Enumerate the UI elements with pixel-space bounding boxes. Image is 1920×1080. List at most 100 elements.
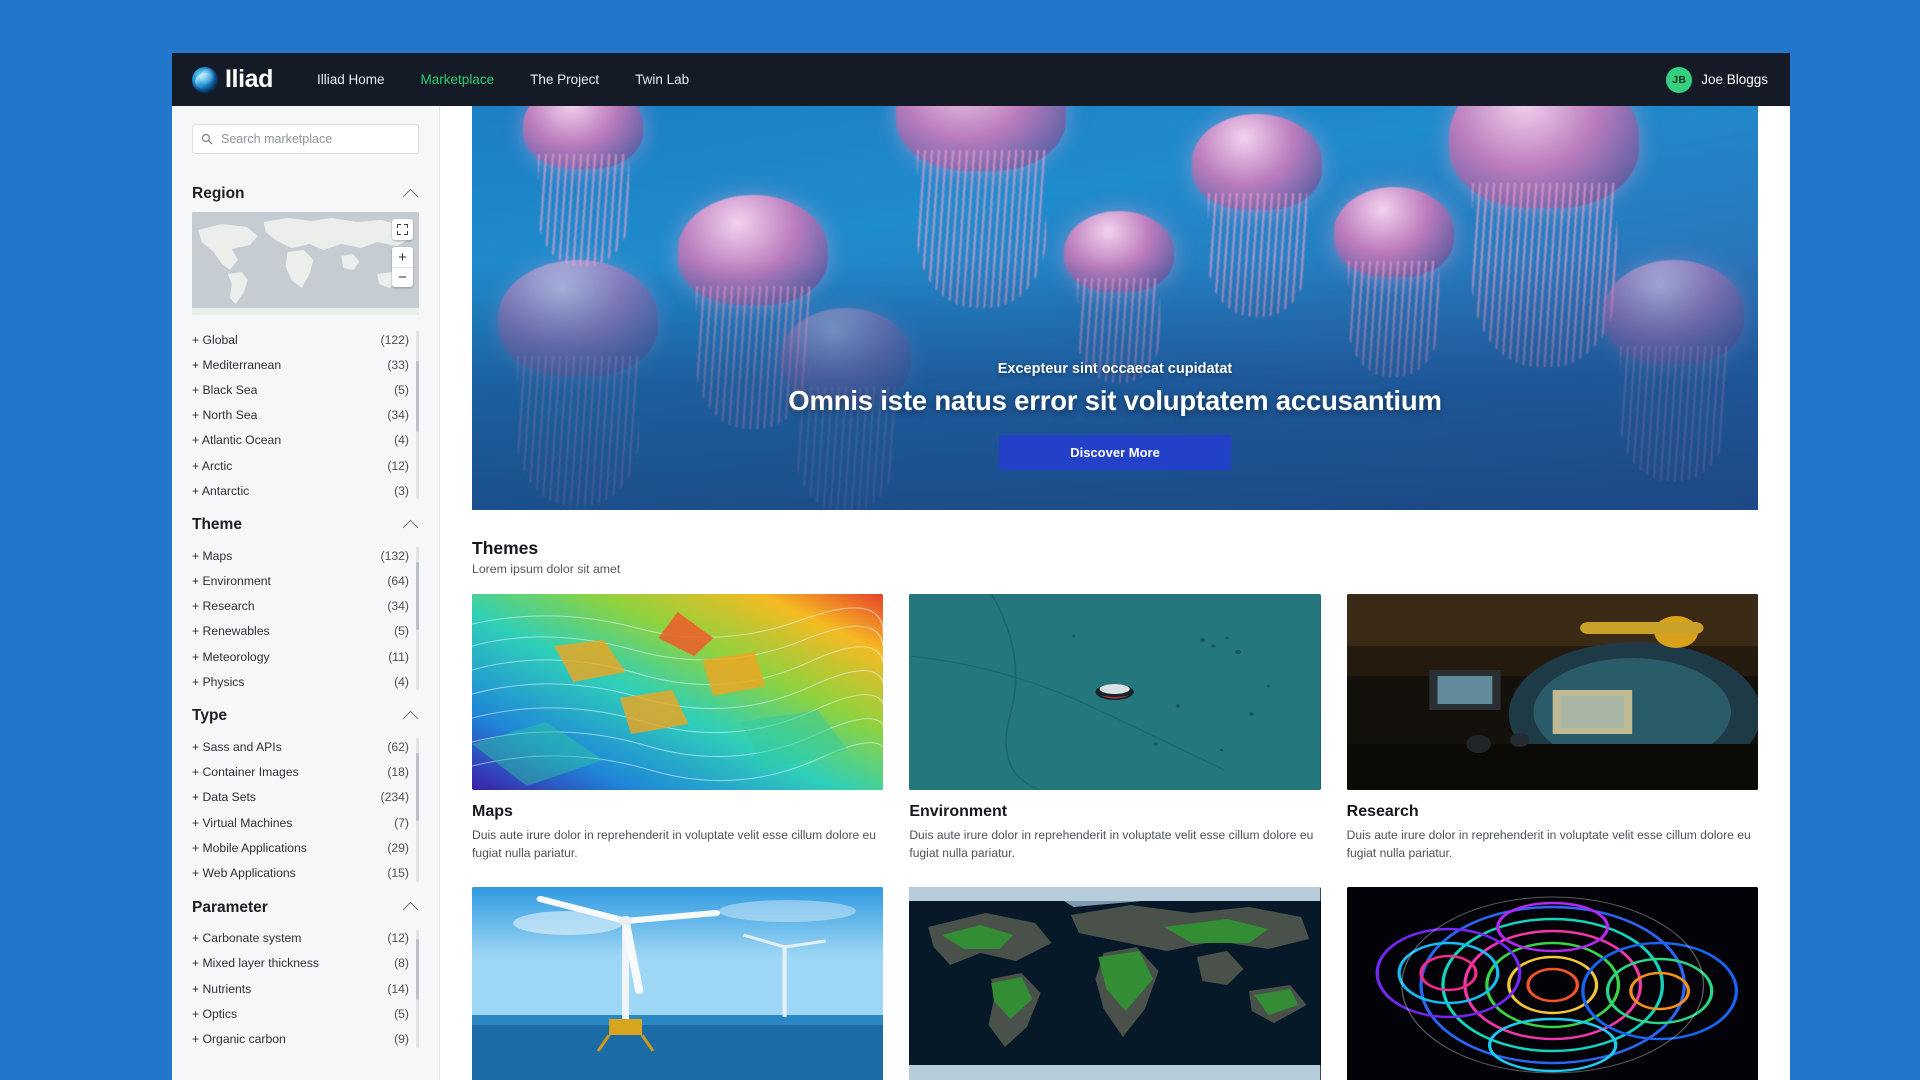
- facet-theme-header[interactable]: Theme: [192, 507, 419, 543]
- facet-item-count: (33): [387, 357, 409, 372]
- chevron-up-icon[interactable]: [402, 901, 419, 918]
- hero-banner: Excepteur sint occaecat cupidatat Omnis …: [472, 106, 1758, 510]
- theme-card-desc: Duis aute irure dolor in reprehenderit i…: [909, 828, 1314, 861]
- hero-kicker: Excepteur sint occaecat cupidatat: [997, 361, 1233, 377]
- themes-section: Themes Lorem ipsum dolor sit amet Maps D…: [440, 510, 1790, 1080]
- nav-link-marketplace[interactable]: Marketplace: [403, 53, 513, 106]
- theme-card-title: Maps: [472, 803, 513, 820]
- theme-card-physics[interactable]: Physics Duis aute irure dolor in reprehe…: [1346, 886, 1758, 1080]
- facet-item-arctic[interactable]: + Arctic (12): [192, 453, 409, 478]
- ocean-boat-graphic: [909, 594, 1321, 790]
- facet-item-data-sets[interactable]: + Data Sets (234): [192, 785, 409, 810]
- facet-item-north-sea[interactable]: + North Sea (34): [192, 403, 409, 428]
- facet-item-atlantic-ocean[interactable]: + Atlantic Ocean (4): [192, 428, 409, 453]
- facet-item-count: (12): [387, 931, 409, 946]
- search-input[interactable]: [192, 124, 419, 154]
- facet-item-virtual-machines[interactable]: + Virtual Machines (7): [192, 810, 409, 835]
- user-menu[interactable]: JB Joe Bloggs: [1666, 66, 1768, 93]
- facet-item-maps[interactable]: + Maps (132): [192, 543, 409, 568]
- facet-item-count: (14): [387, 981, 409, 996]
- facet-item-count: (64): [387, 574, 409, 589]
- map-zoom-out-button[interactable]: −: [392, 267, 413, 287]
- facet-item-label: + North Sea: [192, 408, 258, 423]
- facet-item-web-applications[interactable]: + Web Applications (15): [192, 860, 409, 885]
- brand-logo[interactable]: Iliad: [192, 66, 273, 93]
- facet-item-label: + Antarctic: [192, 483, 250, 498]
- facet-region-title: Region: [192, 185, 245, 202]
- facet-item-mixed-layer-thickness[interactable]: + Mixed layer thickness (8): [192, 951, 409, 976]
- facet-item-label: + Web Applications: [192, 865, 296, 880]
- facet-item-label: + Atlantic Ocean: [192, 433, 282, 448]
- facet-item-count: (5): [394, 624, 409, 639]
- facet-item-mediterranean[interactable]: + Mediterranean (33): [192, 352, 409, 377]
- facet-item-sass-and-apis[interactable]: + Sass and APIs (62): [192, 734, 409, 759]
- theme-card-renewables[interactable]: Renewables Duis aute irure dolor in repr…: [472, 886, 884, 1080]
- facet-item-meteorology[interactable]: + Meteorology (11): [192, 644, 409, 669]
- facet-item-count: (3): [394, 483, 409, 498]
- facet-item-label: + Virtual Machines: [192, 815, 293, 830]
- facet-type: Type + Sass and APIs (62) + Container Im…: [192, 698, 419, 885]
- theme-card-maps[interactable]: Maps Duis aute irure dolor in reprehende…: [472, 594, 884, 863]
- facet-theme-scrollbar[interactable]: [416, 547, 419, 691]
- section-title: Themes: [472, 538, 539, 558]
- facet-item-organic-carbon[interactable]: + Organic carbon (9): [192, 1026, 409, 1051]
- facet-item-physics[interactable]: + Physics (4): [192, 669, 409, 694]
- map-zoom-in-button[interactable]: +: [392, 247, 413, 267]
- facet-item-label: + Carbonate system: [192, 931, 302, 946]
- facet-item-mobile-applications[interactable]: + Mobile Applications (29): [192, 835, 409, 860]
- hero-title: Omnis iste natus error sit voluptatem ac…: [788, 385, 1442, 416]
- theme-card-research[interactable]: Research Duis aute irure dolor in repreh…: [1346, 594, 1758, 863]
- chevron-up-icon[interactable]: [402, 188, 419, 204]
- nav-link-twin-lab[interactable]: Twin Lab: [617, 53, 707, 106]
- facet-type-scrollbar[interactable]: [416, 738, 419, 882]
- facet-item-nutrients[interactable]: + Nutrients (14): [192, 976, 409, 1001]
- facet-item-research[interactable]: + Research (34): [192, 594, 409, 619]
- facet-parameter: Parameter + Carbonate system (12) + Mixe…: [192, 890, 419, 1052]
- facet-item-black-sea[interactable]: + Black Sea (5): [192, 377, 409, 402]
- nav-link-illiad-home[interactable]: Illiad Home: [299, 53, 403, 106]
- facet-item-label: + Mobile Applications: [192, 840, 307, 855]
- theme-card-image-physics: [1346, 886, 1758, 1080]
- facet-item-label: + Meteorology: [192, 649, 270, 664]
- hero-content: Excepteur sint occaecat cupidatat Omnis …: [472, 361, 1758, 470]
- facet-item-count: (34): [387, 599, 409, 614]
- theme-card-desc: Duis aute irure dolor in reprehenderit i…: [1346, 828, 1751, 861]
- facet-item-label: + Global: [192, 332, 238, 347]
- facet-item-environment[interactable]: + Environment (64): [192, 569, 409, 594]
- map-fullscreen-button[interactable]: [392, 219, 413, 240]
- facet-type-title: Type: [192, 707, 228, 725]
- region-map[interactable]: + −: [192, 212, 419, 315]
- facet-item-label: + Research: [192, 599, 255, 614]
- theme-card-environment[interactable]: Environment Duis aute irure dolor in rep…: [909, 594, 1321, 863]
- facet-item-container-images[interactable]: + Container Images (18): [192, 760, 409, 785]
- facet-parameter-scrollbar[interactable]: [416, 929, 419, 1048]
- facet-theme-list: + Maps (132) + Environment (64) + Resear…: [192, 543, 419, 694]
- chevron-up-icon[interactable]: [402, 710, 419, 727]
- facet-item-count: (5): [394, 382, 409, 397]
- discover-more-button[interactable]: Discover More: [999, 435, 1231, 470]
- facet-theme-title: Theme: [192, 516, 242, 534]
- nav-link-the-project[interactable]: The Project: [512, 53, 617, 106]
- facet-item-antarctic[interactable]: + Antarctic (3): [192, 478, 409, 503]
- facet-type-list: + Sass and APIs (62) + Container Images …: [192, 734, 419, 885]
- facet-item-carbonate-system[interactable]: + Carbonate system (12): [192, 926, 409, 951]
- chevron-up-icon[interactable]: [402, 519, 419, 536]
- facet-parameter-title: Parameter: [192, 898, 268, 916]
- facet-item-optics[interactable]: + Optics (5): [192, 1001, 409, 1026]
- section-subtitle: Lorem ipsum dolor sit amet: [472, 562, 621, 576]
- facet-type-header[interactable]: Type: [192, 698, 419, 734]
- facet-item-count: (12): [387, 458, 409, 473]
- facet-item-count: (7): [394, 815, 409, 830]
- light-rings-graphic: [1346, 886, 1758, 1080]
- facet-region-list: + Global (122) + Mediterranean (33) + Bl…: [192, 327, 419, 503]
- facet-item-renewables[interactable]: + Renewables (5): [192, 619, 409, 644]
- facet-region-scrollbar[interactable]: [416, 331, 419, 500]
- theme-card-meteorology[interactable]: Meteorology Duis aute irure dolor in rep…: [909, 886, 1321, 1080]
- facet-region-header[interactable]: Region: [192, 176, 419, 212]
- theme-card-image-maps: [472, 594, 884, 790]
- facet-item-global[interactable]: + Global (122): [192, 327, 409, 352]
- theme-card-title: Environment: [909, 803, 1008, 820]
- theme-card-title: Research: [1346, 803, 1419, 820]
- facet-parameter-header[interactable]: Parameter: [192, 890, 419, 926]
- facet-item-count: (34): [387, 408, 409, 423]
